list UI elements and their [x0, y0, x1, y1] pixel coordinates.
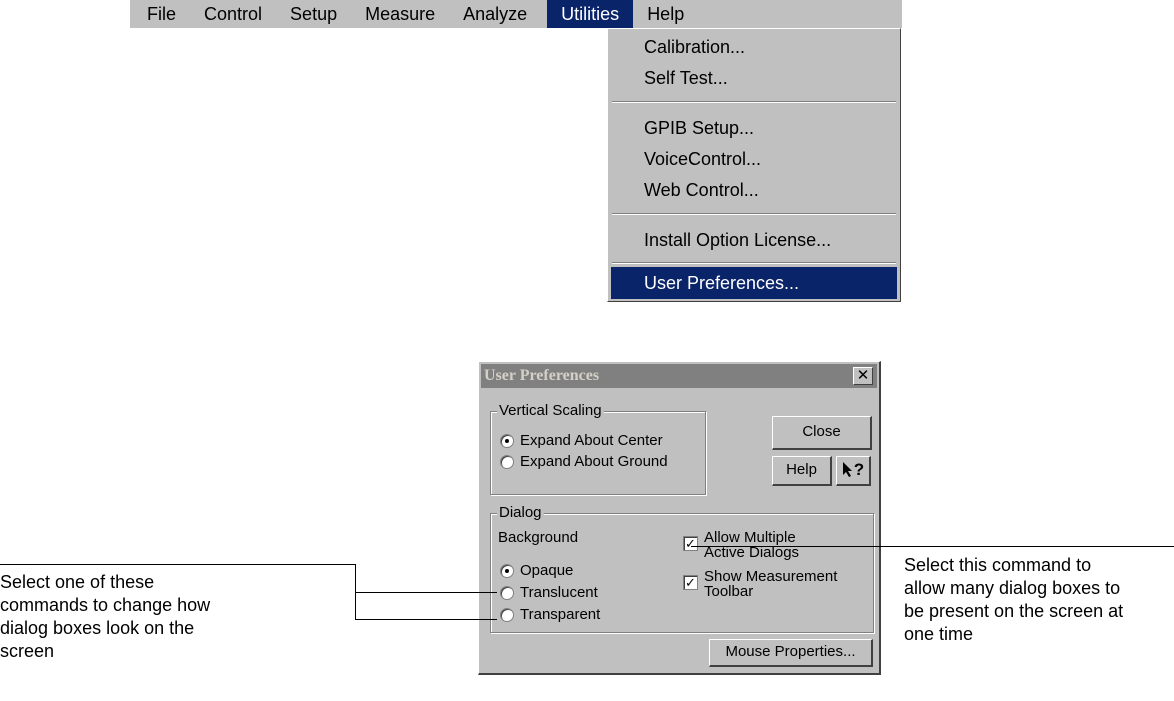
mouse-properties-button[interactable]: Mouse Properties... [709, 639, 873, 667]
right-callout-text: Select this command to allow many dialog… [904, 554, 1123, 646]
callout-line: allow many dialog boxes to [904, 578, 1121, 598]
radio-label: Translucent [520, 584, 598, 601]
radio-button[interactable] [500, 455, 514, 469]
menu-item-web-control[interactable]: Web Control... [611, 174, 897, 206]
dialog-group-label: Dialog [497, 504, 544, 521]
arrow-pointer-icon [842, 462, 852, 477]
vertical-scaling-group: Vertical Scaling Expand About Center Exp… [490, 402, 706, 495]
radio-translucent[interactable]: Translucent [500, 584, 598, 601]
allow-multiple-dialogs-checkbox[interactable]: ✓ Allow Multiple Active Dialogs [683, 530, 799, 560]
user-preferences-dialog: User Preferences ✕ Vertical Scaling Expa… [478, 361, 881, 675]
radio-label: Opaque [520, 562, 574, 579]
menu-setup[interactable]: Setup [276, 0, 351, 28]
close-button[interactable]: Close [772, 416, 872, 450]
checkbox-label: Allow Multiple Active Dialogs [704, 530, 799, 560]
callout-line: commands to change how [0, 595, 211, 615]
left-callout-text: Select one of these commands to change h… [0, 571, 210, 663]
radio-button[interactable] [500, 434, 514, 448]
menu-analyze[interactable]: Analyze [449, 0, 541, 28]
menu-item-calibration[interactable]: Calibration... [611, 31, 897, 63]
whats-this-button[interactable]: ? [836, 456, 871, 486]
help-button[interactable]: Help [772, 456, 832, 486]
menu-separator [612, 213, 896, 215]
callout-line: dialog boxes look on the [0, 618, 195, 638]
radio-label: Expand About Center [520, 432, 663, 449]
background-label: Background [498, 529, 579, 546]
callout-leader-line [0, 564, 356, 565]
utilities-dropdown: Calibration... Self Test... GPIB Setup..… [607, 28, 901, 302]
figure: File Control Setup Measure Analyze Utili… [0, 0, 1174, 701]
callout-leader-line [691, 546, 1174, 547]
menu-separator [612, 262, 896, 264]
vertical-scaling-label: Vertical Scaling [497, 402, 604, 419]
question-mark: ? [853, 460, 865, 479]
menu-item-self-test[interactable]: Self Test... [611, 62, 897, 94]
radio-expand-about-center[interactable]: Expand About Center [500, 432, 663, 449]
callout-line: Select one of these [0, 572, 155, 592]
menu-measure[interactable]: Measure [351, 0, 449, 28]
menu-bar: File Control Setup Measure Analyze Utili… [130, 0, 902, 28]
radio-label: Expand About Ground [520, 453, 668, 470]
menu-separator [612, 101, 896, 103]
menu-help[interactable]: Help [633, 0, 698, 28]
menu-item-user-preferences[interactable]: User Preferences... [611, 267, 897, 299]
radio-button[interactable] [500, 608, 514, 622]
radio-transparent[interactable]: Transparent [500, 606, 600, 623]
menu-item-gpib-setup[interactable]: GPIB Setup... [611, 112, 897, 144]
menu-item-voice-control[interactable]: VoiceControl... [611, 143, 897, 175]
menu-item-install-option-license[interactable]: Install Option License... [611, 224, 897, 256]
dialog-titlebar[interactable]: User Preferences ✕ [481, 364, 877, 388]
menu-file[interactable]: File [130, 0, 190, 28]
checkbox-label-line: Toolbar [704, 583, 754, 600]
checkbox[interactable]: ✓ [683, 536, 698, 551]
dialog-group: Dialog Background Opaque Translucent Tra… [490, 504, 874, 633]
dialog-title: User Preferences [484, 367, 600, 384]
checkbox-label: Show Measurement Toolbar [704, 569, 837, 599]
close-icon[interactable]: ✕ [853, 367, 873, 385]
radio-expand-about-ground[interactable]: Expand About Ground [500, 453, 668, 470]
checkbox[interactable]: ✓ [683, 575, 698, 590]
menu-utilities[interactable]: Utilities [547, 0, 634, 28]
callout-line: screen [0, 641, 55, 661]
callout-line: one time [904, 624, 974, 644]
show-measurement-toolbar-checkbox[interactable]: ✓ Show Measurement Toolbar [683, 569, 837, 599]
callout-line: be present on the screen at [904, 601, 1124, 621]
callout-leader-line [355, 619, 497, 620]
callout-leader-line [355, 592, 497, 593]
radio-button[interactable] [500, 564, 514, 578]
radio-opaque[interactable]: Opaque [500, 562, 573, 579]
menu-control[interactable]: Control [190, 0, 276, 28]
radio-label: Transparent [520, 606, 601, 623]
radio-button[interactable] [500, 586, 514, 600]
callout-line: Select this command to [904, 555, 1092, 575]
pointer-help-icon: ? [842, 460, 864, 479]
